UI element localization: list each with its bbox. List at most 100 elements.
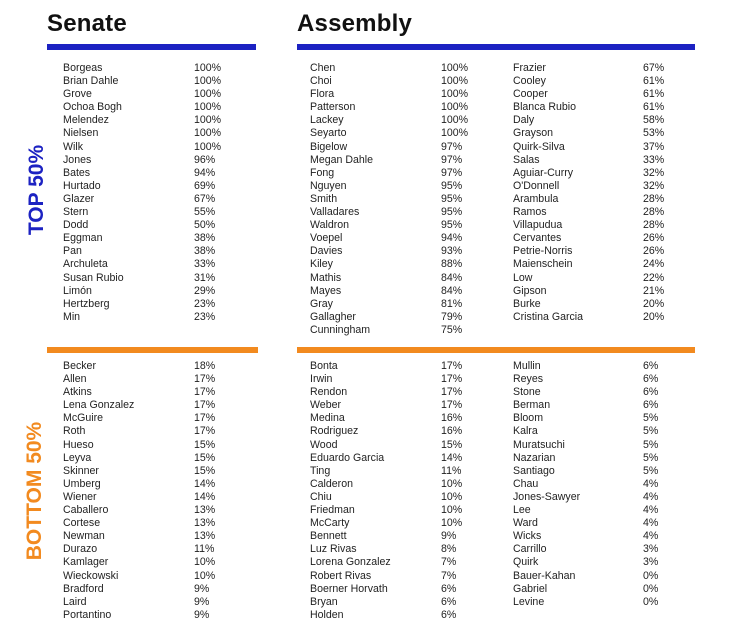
percent-value: 28%: [643, 219, 665, 232]
table-row: Quirk-Silva 37%: [513, 141, 693, 154]
table-row: Hurtado 69%: [63, 180, 243, 193]
percent-value: 4%: [643, 477, 659, 490]
legislator-name: Fong: [310, 166, 335, 179]
table-row: Cunningham 75%: [310, 324, 490, 337]
percent-value: 95%: [441, 219, 463, 232]
legislator-name: Eggman: [63, 232, 103, 245]
percent-value: 17%: [441, 373, 463, 386]
assembly-top-table-col1: Chen 100% Choi 100% Flora 100% Patterson 100% La…: [310, 62, 490, 337]
legislator-name: Levine: [513, 595, 545, 608]
legislator-name: Lackey: [310, 114, 344, 127]
percent-value: 94%: [194, 166, 216, 179]
table-row: Lackey 100%: [310, 114, 490, 127]
legislator-name: Blanca Rubio: [513, 101, 577, 114]
percent-value: 61%: [643, 88, 665, 101]
senate-top-divider: [47, 44, 256, 50]
table-row: Bonta 17%: [310, 360, 490, 373]
table-row: Laird 9%: [63, 596, 243, 609]
percent-value: 20%: [643, 297, 665, 310]
table-row: Chen 100%: [310, 62, 490, 75]
table-row: Gabriel 0%: [513, 583, 693, 596]
table-row: Medina 16%: [310, 412, 490, 425]
legislator-name: Bradford: [63, 582, 104, 595]
legislator-name: Glazer: [63, 192, 95, 205]
percent-value: 10%: [194, 569, 216, 582]
legislator-name: Gabriel: [513, 582, 548, 595]
legislator-name: Jones: [63, 153, 92, 166]
table-row: Jones-Sawyer 4%: [513, 491, 693, 504]
percent-value: 15%: [194, 464, 216, 477]
table-row: Chau 4%: [513, 478, 693, 491]
percent-value: 17%: [194, 373, 216, 386]
legislator-name: Megan Dahle: [310, 153, 374, 166]
legislator-name: Quirk-Silva: [513, 140, 565, 153]
legislator-name: Chen: [310, 62, 336, 74]
table-row: Lorena Gonzalez 7%: [310, 556, 490, 569]
percent-value: 81%: [441, 297, 463, 310]
percent-value: 11%: [441, 464, 462, 477]
legislator-name: Petrie-Norris: [513, 245, 573, 258]
percent-value: 10%: [441, 477, 463, 490]
percent-value: 23%: [194, 310, 216, 323]
assembly-bottom-table-col2: Mullin 6% Reyes 6% Stone 6% Berman 6% Bloom 5% Kal…: [513, 360, 693, 609]
table-row: Bryan 6%: [310, 596, 490, 609]
legislator-name: Patterson: [310, 101, 356, 114]
table-row: Reyes 6%: [513, 373, 693, 386]
legislator-name: Dodd: [63, 219, 89, 232]
table-row: Gipson 21%: [513, 285, 693, 298]
table-row: Wiener 14%: [63, 491, 243, 504]
legislator-name: Mathis: [310, 271, 342, 284]
table-row: Friedman 10%: [310, 504, 490, 517]
percent-value: 10%: [194, 556, 216, 569]
assembly-heading: Assembly: [297, 10, 412, 37]
legislator-name: Burke: [513, 297, 541, 310]
legislator-name: Hueso: [63, 438, 94, 451]
legislator-name: Cooper: [513, 88, 548, 101]
percent-value: 96%: [194, 153, 216, 166]
legislator-name: Min: [63, 310, 81, 323]
percent-value: 32%: [643, 179, 665, 192]
legislator-name: Bennett: [310, 530, 347, 543]
table-row: Voepel 94%: [310, 232, 490, 245]
table-row: Jones 96%: [63, 154, 243, 167]
legislator-name: Mayes: [310, 284, 342, 297]
legislator-name: Cristina Garcia: [513, 310, 584, 323]
percent-value: 17%: [194, 399, 216, 412]
legislator-name: Grayson: [513, 127, 554, 140]
percent-value: 4%: [643, 490, 659, 503]
legislator-name: Gipson: [513, 284, 547, 297]
percent-value: 31%: [194, 271, 216, 284]
legislator-name: Stone: [513, 386, 541, 399]
legislator-name: Bonta: [310, 360, 338, 372]
legislator-name: Eduardo Garcia: [310, 451, 385, 464]
table-row: Blanca Rubio 61%: [513, 101, 693, 114]
legislator-name: Kamlager: [63, 556, 109, 569]
legislator-name: Berman: [513, 399, 551, 412]
table-row: Holden 6%: [310, 609, 490, 622]
table-row: Mathis 84%: [310, 272, 490, 285]
legislator-name: Skinner: [63, 464, 99, 477]
table-row: Mayes 84%: [310, 285, 490, 298]
percent-value: 0%: [643, 582, 659, 595]
table-row: Grove 100%: [63, 88, 243, 101]
percent-value: 97%: [441, 140, 463, 153]
table-row: Santiago 5%: [513, 465, 693, 478]
legislator-name: O'Donnell: [513, 179, 560, 192]
legislator-name: Daly: [513, 114, 535, 127]
legislator-name: Wilk: [63, 140, 84, 153]
top-50-label: TOP 50%: [25, 144, 48, 236]
legislator-name: Salas: [513, 153, 540, 166]
legislator-name: Wieckowski: [63, 569, 119, 582]
table-row: Archuleta 33%: [63, 258, 243, 271]
table-row: Calderon 10%: [310, 478, 490, 491]
percent-value: 14%: [194, 477, 216, 490]
percent-value: 0%: [643, 595, 659, 608]
table-row: Petrie-Norris 26%: [513, 245, 693, 258]
percent-value: 6%: [643, 373, 659, 386]
table-row: O'Donnell 32%: [513, 180, 693, 193]
table-row: Susan Rubio 31%: [63, 272, 243, 285]
legislator-name: Nazarian: [513, 451, 556, 464]
percent-value: 9%: [441, 530, 457, 543]
table-row: Rodriguez 16%: [310, 425, 490, 438]
table-row: Ochoa Bogh 100%: [63, 101, 243, 114]
